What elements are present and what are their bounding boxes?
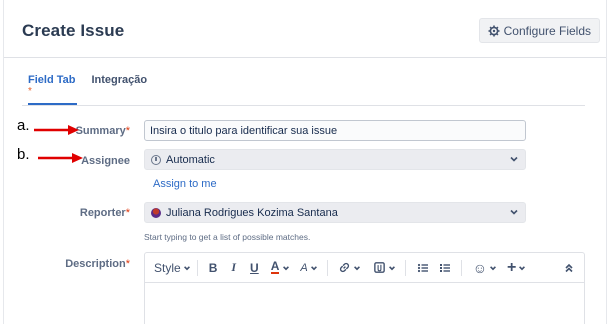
assignee-select[interactable]: Automatic: [144, 149, 526, 170]
summary-input[interactable]: Insira o titulo para identificar sua iss…: [144, 120, 526, 141]
chevron-down-icon: [388, 265, 395, 270]
numbered-list-button[interactable]: [439, 262, 451, 274]
summary-required-mark: *: [125, 125, 130, 137]
collapse-toolbar-button[interactable]: [564, 263, 574, 273]
plus-icon: +: [507, 258, 517, 276]
tab-integracao[interactable]: Integração: [91, 74, 147, 86]
toolbar-divider: [460, 259, 462, 276]
reporter-required-mark: *: [125, 207, 130, 219]
gear-icon: [488, 25, 500, 36]
reporter-label: Reporter*: [80, 207, 130, 219]
chevron-down-icon: [283, 265, 290, 270]
more-formatting-icon: A: [300, 261, 308, 274]
chevron-down-icon: [510, 156, 518, 162]
avatar: [151, 207, 161, 218]
tab-field-tab-label: Field Tab: [28, 74, 76, 86]
bold-icon: B: [208, 260, 218, 275]
annotation-marker-a: a.: [17, 117, 30, 134]
numbered-list-icon: [439, 263, 450, 272]
dialog-header: Create Issue Configure Fields: [4, 0, 606, 58]
summary-label: Summary*: [76, 125, 130, 137]
chevron-down-icon: [510, 209, 518, 215]
automatic-icon: [151, 154, 161, 165]
create-issue-dialog: Create Issue Configure Fields Field Tab …: [3, 0, 607, 324]
description-required-mark: *: [125, 258, 130, 270]
toolbar-divider: [404, 259, 406, 276]
bullet-list-button[interactable]: [417, 262, 429, 274]
tab-field-tab[interactable]: Field Tab *: [28, 74, 76, 97]
summary-label-text: Summary: [75, 125, 126, 137]
link-button[interactable]: [338, 261, 361, 274]
link-icon: [339, 262, 349, 273]
more-formatting-button[interactable]: A: [300, 262, 317, 274]
chevron-down-icon: [353, 265, 360, 270]
assignee-label-text: Assignee: [81, 155, 130, 167]
description-label: Description*: [65, 258, 130, 270]
insert-more-button[interactable]: +: [507, 259, 526, 277]
reporter-helper-text: Start typing to get a list of possible m…: [144, 232, 311, 242]
dialog-title: Create Issue: [22, 21, 125, 40]
editor-toolbar: Style B I U A A ☺ +: [145, 253, 584, 283]
emoji-icon: ☺: [472, 259, 488, 276]
assignee-value: Automatic: [166, 153, 215, 166]
text-color-button[interactable]: A: [270, 259, 291, 274]
attachment-button[interactable]: [373, 261, 396, 274]
toolbar-divider: [196, 259, 198, 276]
bold-button[interactable]: B: [209, 261, 218, 275]
bullet-list-icon: [417, 263, 428, 272]
tab-bar: Field Tab * Integração: [28, 74, 163, 97]
description-label-text: Description: [65, 258, 126, 270]
underline-icon: U: [250, 260, 259, 275]
assign-to-me-link[interactable]: Assign to me: [153, 178, 217, 190]
tab-required-mark: *: [28, 86, 32, 97]
chevron-down-icon: [519, 265, 526, 270]
text-style-dropdown[interactable]: Style: [154, 261, 191, 275]
summary-input-value: Insira o titulo para identificar sua iss…: [150, 124, 338, 137]
description-editor[interactable]: Style B I U A A ☺ +: [144, 252, 585, 324]
assignee-label: Assignee: [81, 155, 130, 167]
italic-icon: I: [231, 260, 237, 274]
red-arrow-icon: [38, 153, 83, 163]
chevron-down-icon: [310, 265, 317, 270]
annotation-marker-b: b.: [17, 146, 30, 163]
tabs-divider: [22, 105, 585, 106]
text-style-label: Style: [154, 260, 181, 275]
emoji-button[interactable]: ☺: [473, 260, 497, 276]
red-arrow-icon: [34, 125, 79, 135]
configure-fields-label: Configure Fields: [503, 23, 591, 38]
reporter-label-text: Reporter: [79, 207, 126, 219]
reporter-select[interactable]: Juliana Rodrigues Kozima Santana: [144, 202, 526, 223]
attachment-icon: [373, 262, 385, 273]
toolbar-divider: [326, 259, 328, 276]
description-text-area[interactable]: [145, 284, 584, 324]
double-chevron-up-icon: [565, 263, 573, 272]
underline-button[interactable]: U: [250, 261, 259, 275]
chevron-down-icon: [490, 265, 496, 270]
chevron-down-icon: [183, 265, 190, 270]
text-color-icon: A: [270, 259, 280, 274]
configure-fields-button[interactable]: Configure Fields: [478, 18, 600, 43]
italic-button[interactable]: I: [231, 260, 236, 275]
reporter-value: Juliana Rodrigues Kozima Santana: [166, 206, 338, 219]
tab-integracao-label: Integração: [91, 74, 148, 86]
